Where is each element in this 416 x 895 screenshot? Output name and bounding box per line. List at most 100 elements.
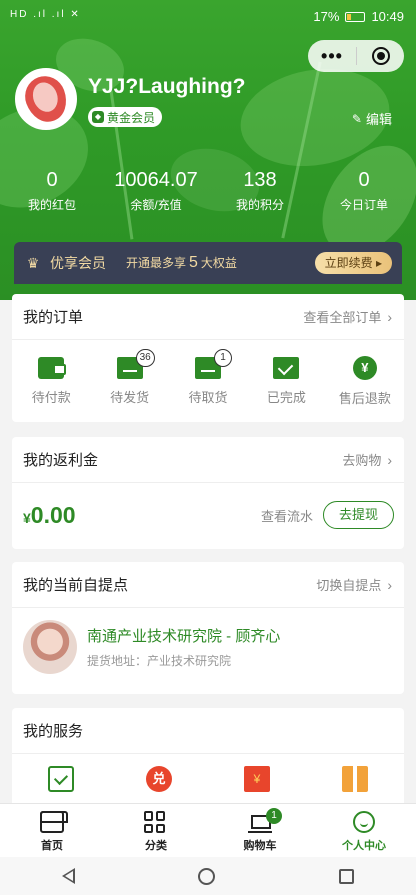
tab-label: 首页 [41, 840, 63, 852]
pickup-card: 我的当前自提点 切换自提点 › 南通产业技术研究院 - 顾齐心 提货地址：产业技… [12, 562, 404, 694]
stat-balance[interactable]: 10064.07 余额/充值 [104, 168, 208, 213]
order-label: 已完成 [266, 389, 306, 405]
order-pending-shipment[interactable]: 36 待发货 [90, 348, 168, 406]
service-checkin[interactable] [12, 766, 110, 792]
calendar-check-icon [48, 766, 74, 792]
recent-apps-icon[interactable] [339, 868, 355, 884]
orders-header: 我的订单 查看全部订单 › [12, 294, 404, 340]
battery-icon [345, 11, 366, 22]
tab-personal-center[interactable]: 个人中心 [312, 804, 416, 857]
tab-cart[interactable]: 1 购物车 [208, 804, 312, 857]
check-icon [273, 356, 300, 379]
refund-icon: ¥ [352, 355, 377, 380]
stat-today-orders[interactable]: 0 今日订单 [312, 168, 416, 213]
tab-bar: 首页 分类 1 购物车 个人中心 [0, 803, 416, 857]
tab-label: 购物车 [243, 840, 277, 852]
rebate-body: ¥0.00 查看流水 去提现 [12, 483, 404, 547]
member-badge: ◆ 黄金会员 [88, 107, 163, 127]
more-menu-button[interactable]: ••• [308, 42, 356, 70]
profile-header: HD .ıl .ıl ✕ 17% 10:49 ••• YJJ?Laughing?… [0, 0, 416, 300]
orders-title: 我的订单 [23, 309, 84, 326]
services-title: 我的服务 [23, 723, 84, 740]
count-badge: 1 [214, 348, 233, 367]
pickup-address: 提货地址：产业技术研究院 [87, 654, 232, 668]
order-pending-payment[interactable]: 待付款 [12, 356, 90, 406]
services-row: 兑 ¥ [12, 754, 404, 792]
stat-points[interactable]: 138 我的积分 [208, 168, 312, 213]
order-label: 待取货 [188, 389, 228, 405]
signal-indicators: HD .ıl .ıl ✕ [10, 9, 81, 20]
stat-label: 余额/充值 [130, 198, 182, 212]
username: YJJ?Laughing? [88, 75, 246, 98]
rebate-value: 0.00 [30, 501, 76, 528]
crown-icon: ♛ [26, 255, 40, 271]
target-icon [371, 47, 390, 65]
service-red-envelope[interactable]: ¥ [208, 766, 306, 792]
order-completed[interactable]: 已完成 [247, 356, 325, 406]
pickup-header: 我的当前自提点 切换自提点 › [12, 562, 404, 608]
stats-row: 0 我的红包 10064.07 余额/充值 138 我的积分 0 今日订单 [0, 168, 416, 213]
rebate-amount: ¥0.00 [23, 502, 76, 529]
red-envelope-icon: ¥ [244, 766, 270, 792]
tab-category[interactable]: 分类 [104, 804, 208, 857]
order-label: 待付款 [31, 389, 71, 405]
stat-value: 138 [243, 169, 277, 191]
order-pending-pickup[interactable]: 1 待取货 [169, 348, 247, 406]
services-header: 我的服务 [12, 708, 404, 754]
avatar[interactable] [15, 68, 77, 130]
order-refund[interactable]: ¥ 售后退款 [326, 355, 404, 407]
withdraw-button[interactable]: 去提现 [322, 501, 394, 529]
switch-pickup-label: 切换自提点 [316, 578, 382, 593]
go-shopping-link[interactable]: 去购物 › [342, 450, 392, 469]
gift-icon [342, 766, 368, 792]
count-badge: 36 [135, 348, 155, 367]
category-icon [144, 811, 168, 833]
service-coupon[interactable]: 兑 [110, 766, 208, 792]
tab-home[interactable]: 首页 [0, 804, 104, 857]
pickup-avatar [23, 620, 77, 674]
vip-desc-suffix: 大权益 [200, 256, 237, 270]
smile-icon [353, 811, 375, 833]
system-navigation-bar [0, 857, 416, 895]
order-label: 待发货 [110, 389, 150, 405]
status-right: 17% 10:49 [313, 9, 404, 24]
rebate-header: 我的返利金 去购物 › [12, 437, 404, 483]
orders-card: 我的订单 查看全部订单 › 待付款 36 待发货 1 待取货 已完成 ¥ 售后退… [12, 294, 404, 422]
chevron-right-icon: › [387, 576, 392, 593]
stat-label: 我的红包 [27, 198, 76, 212]
edit-label: 编辑 [365, 112, 392, 127]
renew-button[interactable]: 立即续费 ▸ [314, 252, 392, 274]
switch-pickup-link[interactable]: 切换自提点 › [316, 575, 392, 594]
stat-red-packet[interactable]: 0 我的红包 [0, 168, 104, 213]
tab-label: 分类 [145, 840, 167, 852]
rebate-card: 我的返利金 去购物 › ¥0.00 查看流水 去提现 [12, 437, 404, 549]
vip-banner[interactable]: ♛ 优享会员 开通最多享 5 大权益 立即续费 ▸ [14, 242, 402, 284]
home-icon[interactable] [198, 867, 216, 885]
order-status-row: 待付款 36 待发货 1 待取货 已完成 ¥ 售后退款 [12, 340, 404, 422]
coupon-icon: 兑 [146, 766, 172, 792]
close-miniprogram-button[interactable] [357, 47, 404, 65]
shield-icon: ◆ [92, 111, 104, 123]
chevron-right-icon: › [387, 451, 392, 468]
edit-icon: ✎ [351, 111, 362, 126]
member-badge-label: 黄金会员 [107, 110, 156, 125]
rebate-title: 我的返利金 [23, 452, 99, 469]
strawberry-icon [19, 70, 73, 128]
pickup-point[interactable]: 南通产业技术研究院 - 顾齐心 提货地址：产业技术研究院 [12, 608, 404, 686]
pickup-name: 南通产业技术研究院 - 顾齐心 [87, 628, 281, 645]
currency-symbol: ¥ [23, 509, 31, 526]
stat-value: 0 [358, 169, 370, 191]
view-all-orders-link[interactable]: 查看全部订单 › [303, 307, 392, 326]
pickup-title: 我的当前自提点 [23, 577, 129, 594]
services-card: 我的服务 兑 ¥ [12, 708, 404, 808]
miniprogram-capsule: ••• [308, 40, 404, 72]
stat-value: 10064.07 [114, 169, 198, 191]
service-gift[interactable] [306, 766, 404, 792]
vip-desc: 开通最多享 5 大权益 [126, 254, 237, 272]
status-bar: HD .ıl .ıl ✕ 17% 10:49 [0, 0, 416, 32]
edit-profile-button[interactable]: ✎ 编辑 [352, 109, 392, 128]
view-all-orders-label: 查看全部订单 [303, 310, 382, 325]
back-icon[interactable] [61, 868, 75, 884]
view-flow-link[interactable]: 查看流水 [261, 506, 313, 525]
rebate-actions: 查看流水 去提现 [261, 501, 394, 529]
